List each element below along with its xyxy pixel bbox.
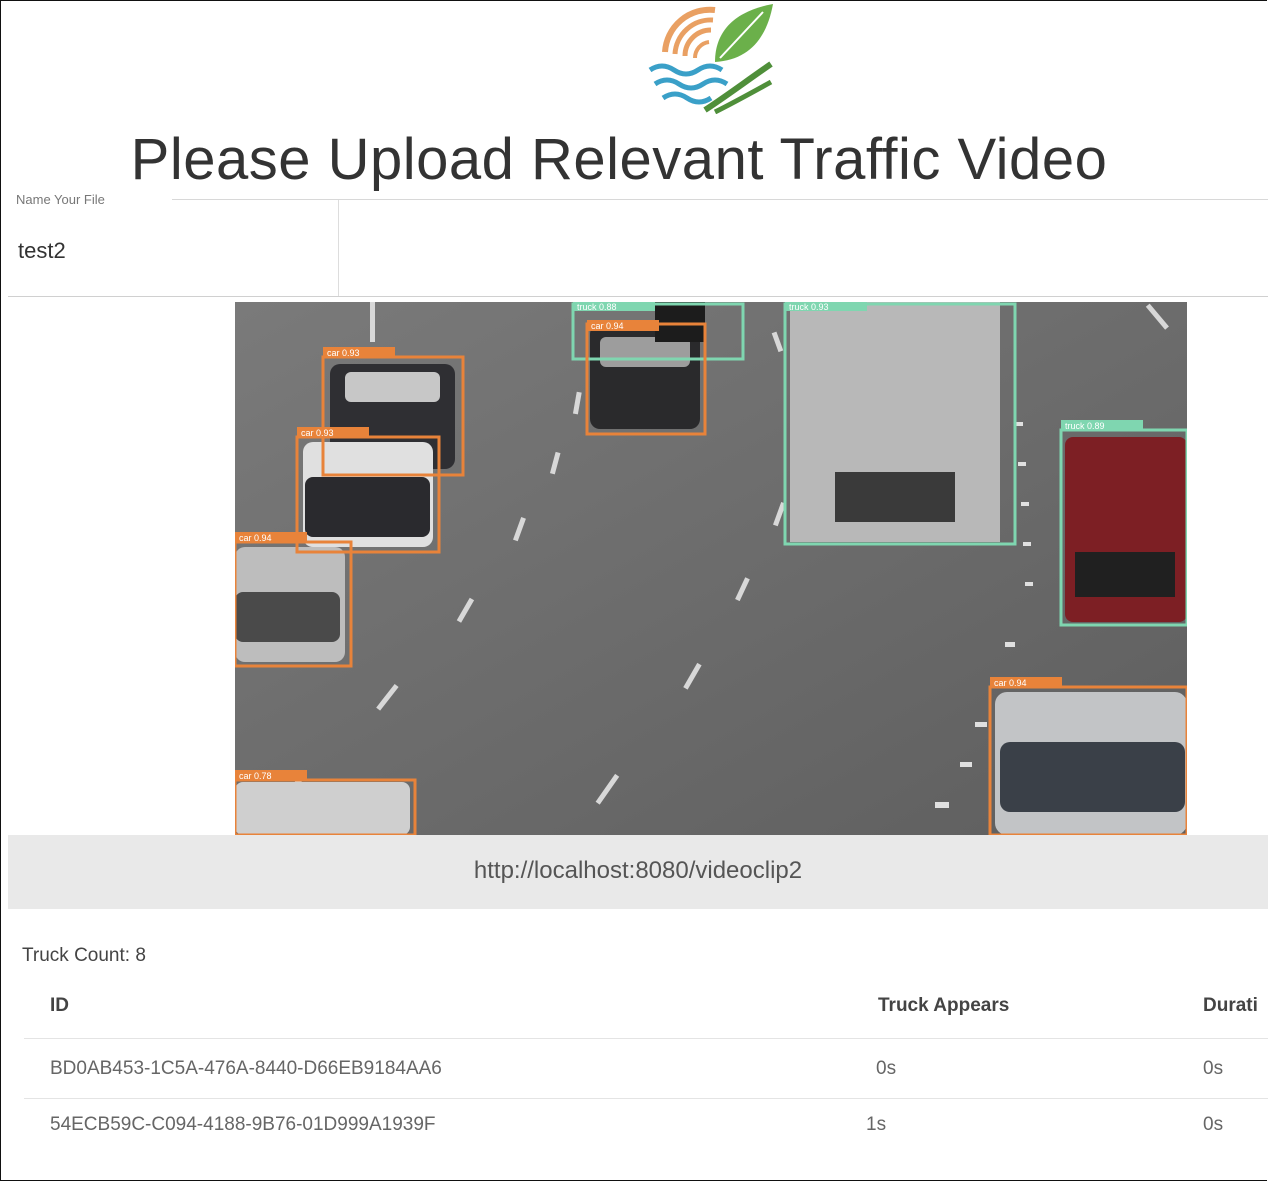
page-title: Please Upload Relevant Traffic Video bbox=[130, 127, 1108, 192]
detection-label: car 0.78 bbox=[239, 771, 272, 781]
file-name-input[interactable] bbox=[18, 238, 318, 264]
detection-label: car 0.93 bbox=[327, 348, 360, 358]
field-bottom-border bbox=[8, 296, 1268, 297]
truck-count: Truck Count: 8 bbox=[22, 945, 146, 966]
detection-label: car 0.94 bbox=[239, 533, 272, 543]
app-logo bbox=[648, 4, 773, 114]
cell-duration: 0s bbox=[1203, 1114, 1224, 1130]
video-url-bar: http://localhost:8080/videoclip2 bbox=[8, 835, 1268, 909]
column-header-truck-appears[interactable]: Truck Appears bbox=[878, 995, 1009, 1017]
detection-label: truck 0.93 bbox=[789, 302, 829, 312]
cell-duration: 0s bbox=[1203, 1058, 1224, 1079]
detection-label: truck 0.89 bbox=[1065, 421, 1105, 431]
cell-truck-appears: 1s bbox=[866, 1114, 887, 1130]
detection-label: car 0.94 bbox=[994, 678, 1027, 688]
video-player[interactable]: car 0.93 car 0.93 truck 0.88 car 0.94 ca… bbox=[235, 302, 1187, 835]
table-row[interactable]: 54ECB59C-C094-4188-9B76-01D999A1939F 1s … bbox=[0, 1108, 1268, 1130]
column-header-id[interactable]: ID bbox=[50, 995, 69, 1017]
video-url-link[interactable]: http://localhost:8080/videoclip2 bbox=[8, 857, 1268, 885]
cell-id: 54ECB59C-C094-4188-9B76-01D999A1939F bbox=[50, 1114, 436, 1130]
detection-label: truck 0.88 bbox=[577, 302, 617, 312]
detection-label: car 0.93 bbox=[301, 428, 334, 438]
table-divider bbox=[24, 1098, 1268, 1099]
file-name-label: Name Your File bbox=[16, 192, 111, 207]
detection-label: car 0.94 bbox=[591, 321, 624, 331]
cell-truck-appears: 0s bbox=[876, 1058, 897, 1079]
cell-id: BD0AB453-1C5A-476A-8440-D66EB9184AA6 bbox=[50, 1058, 442, 1079]
video-frame: car 0.93 car 0.93 truck 0.88 car 0.94 ca… bbox=[235, 302, 1187, 835]
table-divider bbox=[24, 1038, 1268, 1039]
column-header-duration[interactable]: Durati bbox=[1203, 995, 1258, 1017]
